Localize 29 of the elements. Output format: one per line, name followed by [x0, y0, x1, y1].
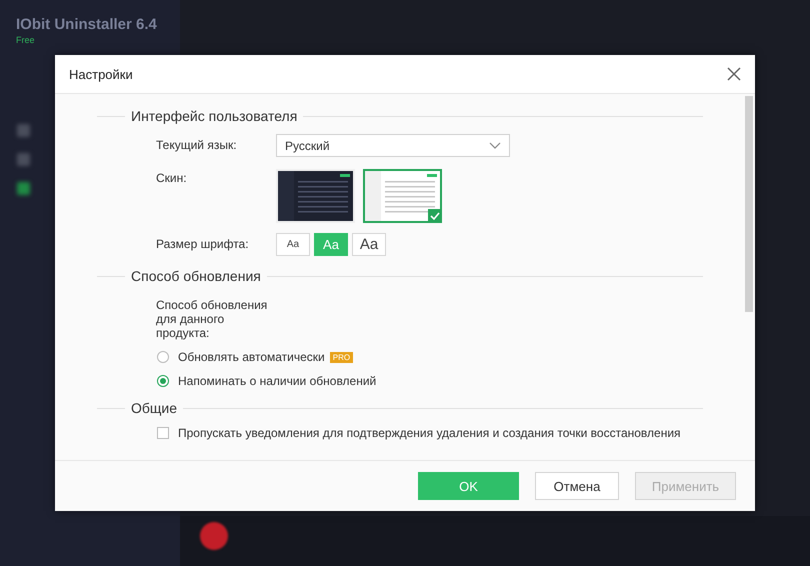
section-heading: Интерфейс пользователя — [131, 108, 298, 124]
pro-badge: PRO — [330, 352, 354, 362]
option-label[interactable]: Пропускать уведомления для подтверждения удаления и создания точки восстановления — [178, 426, 681, 440]
sidebar-icon[interactable] — [17, 124, 30, 137]
section-heading: Общие — [131, 400, 178, 416]
field-label: Скин: — [156, 170, 188, 185]
option-label[interactable]: Напоминать о наличии обновлений — [178, 374, 376, 388]
radio-button[interactable] — [157, 351, 169, 363]
font-size-button[interactable]: Aa — [352, 233, 386, 256]
caret-icon — [489, 142, 501, 150]
radio-button[interactable] — [157, 375, 169, 387]
dialog-title: Настройки — [69, 66, 133, 82]
language-dropdown[interactable]: Русский — [276, 134, 510, 157]
field-label: Размер шрифта: — [156, 236, 250, 251]
description-text: Способ обновления для данного продукта: — [156, 297, 268, 340]
font-size-button[interactable]: Aa — [276, 233, 310, 256]
field-label: Текущий язык: — [156, 137, 238, 152]
checkbox[interactable] — [157, 427, 169, 439]
skin-thumbnail[interactable] — [276, 169, 355, 223]
app-title: IObit Uninstaller 6.4 — [16, 16, 157, 33]
scrollbar-thumb[interactable] — [745, 96, 753, 312]
sidebar-icon[interactable] — [17, 153, 30, 166]
edition-label: Free — [16, 35, 35, 45]
option-label[interactable]: Обновлять автоматически — [178, 350, 325, 364]
close-icon — [727, 67, 741, 81]
sidebar-icon[interactable] — [17, 182, 30, 195]
skin-thumbnail[interactable] — [363, 169, 442, 223]
section-heading: Способ обновления — [131, 268, 261, 284]
cancel-button[interactable]: Отмена — [535, 472, 619, 500]
